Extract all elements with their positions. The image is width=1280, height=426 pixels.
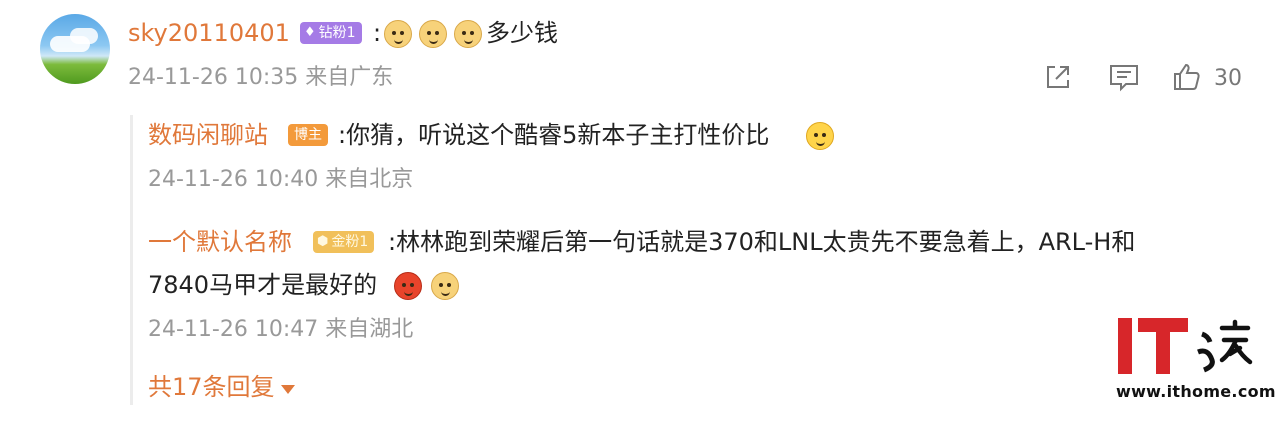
reply-username[interactable]: 数码闲聊站 [148,120,268,150]
like-button[interactable] [1172,62,1202,92]
fan-badge-gold[interactable]: ⬢ 金粉1 [313,231,375,253]
fan-badge-diamond[interactable]: ♦ 钻粉1 [300,22,362,44]
caret-down-icon [280,384,295,394]
reply-meta: 24-11-26 10:40 来自北京 [148,167,414,192]
more-replies-label: 共17条回复 [148,373,275,401]
ithome-logo [1118,318,1258,382]
reply-username[interactable]: 一个默认名称 [148,227,292,257]
doge-emoji-icon [454,20,482,48]
doge-emoji-icon [431,272,459,300]
comment-text-prefix: : [373,19,382,47]
like-count: 30 [1214,66,1242,91]
fan-badge-label: 钻粉1 [318,25,356,41]
comment-username[interactable]: sky20110401 [128,18,290,48]
comment-meta: 24-11-26 10:35 来自广东 [128,65,394,90]
comment-text: 多少钱 [486,19,558,47]
reply-text: :你猜，听说这个酷睿5新本子主打性价比 [338,121,770,149]
watermark-url: www.ithome.com [1116,382,1276,401]
comment-icon [1110,65,1138,92]
thumbs-up-icon [1174,63,1200,90]
reply-text-line2: 7840马甲才是最好的 [148,271,378,299]
gold-badge-icon: ⬢ [317,234,329,249]
share-icon [1047,66,1069,88]
angry-emoji-icon [394,272,422,300]
reply-meta: 24-11-26 10:47 来自湖北 [148,317,414,342]
smile-emoji-icon [806,122,834,150]
share-button[interactable] [1043,62,1073,92]
reply-text-line1: :林林跑到荣耀后第一句话就是370和LNL太贵先不要急着上，ARL-H和 [388,228,1136,256]
comment-button[interactable] [1108,62,1140,92]
reply-thread-divider [130,115,133,405]
fan-badge-label: 金粉1 [331,234,369,250]
doge-emoji-icon [384,20,412,48]
blogger-badge: 博主 [288,124,328,146]
doge-emoji-icon [419,20,447,48]
more-replies-link[interactable]: 共17条回复 [148,372,295,402]
avatar[interactable] [40,14,110,84]
diamond-icon: ♦ [304,25,316,40]
